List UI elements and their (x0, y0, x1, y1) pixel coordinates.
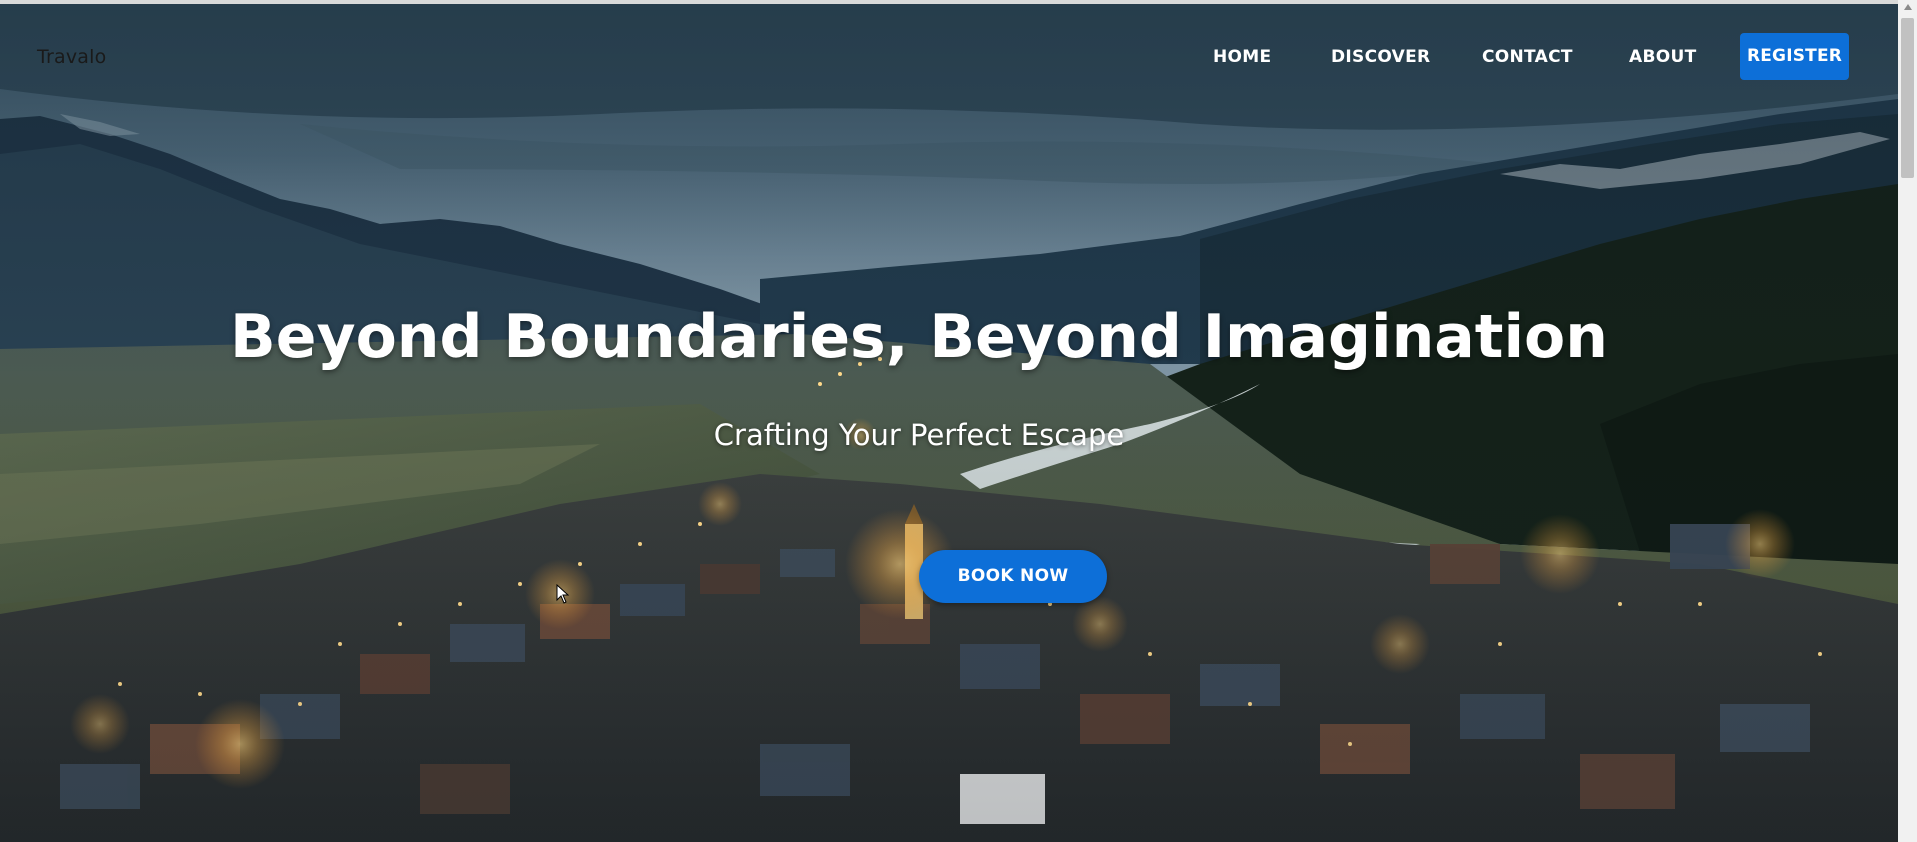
scroll-up-arrow-icon[interactable] (1904, 4, 1912, 10)
register-button[interactable]: REGISTER (1740, 33, 1849, 80)
vertical-scrollbar[interactable] (1898, 0, 1917, 842)
hero-headline: Beyond Boundaries, Beyond Imagination (230, 302, 1608, 372)
nav-contact[interactable]: CONTACT (1482, 47, 1573, 67)
scroll-thumb[interactable] (1901, 18, 1914, 178)
page: Travalo HOME DISCOVER CONTACT ABOUT REGI… (0, 0, 1917, 842)
nav-about[interactable]: ABOUT (1629, 47, 1696, 67)
mouse-cursor-icon (556, 584, 570, 604)
brand-logo[interactable]: Travalo (37, 46, 106, 68)
book-now-button[interactable]: BOOK NOW (919, 550, 1107, 603)
nav-discover[interactable]: DISCOVER (1331, 47, 1430, 67)
hero-section: Travalo HOME DISCOVER CONTACT ABOUT REGI… (0, 4, 1898, 842)
nav-home[interactable]: HOME (1213, 47, 1271, 67)
hero-subheadline: Crafting Your Perfect Escape (713, 418, 1125, 452)
